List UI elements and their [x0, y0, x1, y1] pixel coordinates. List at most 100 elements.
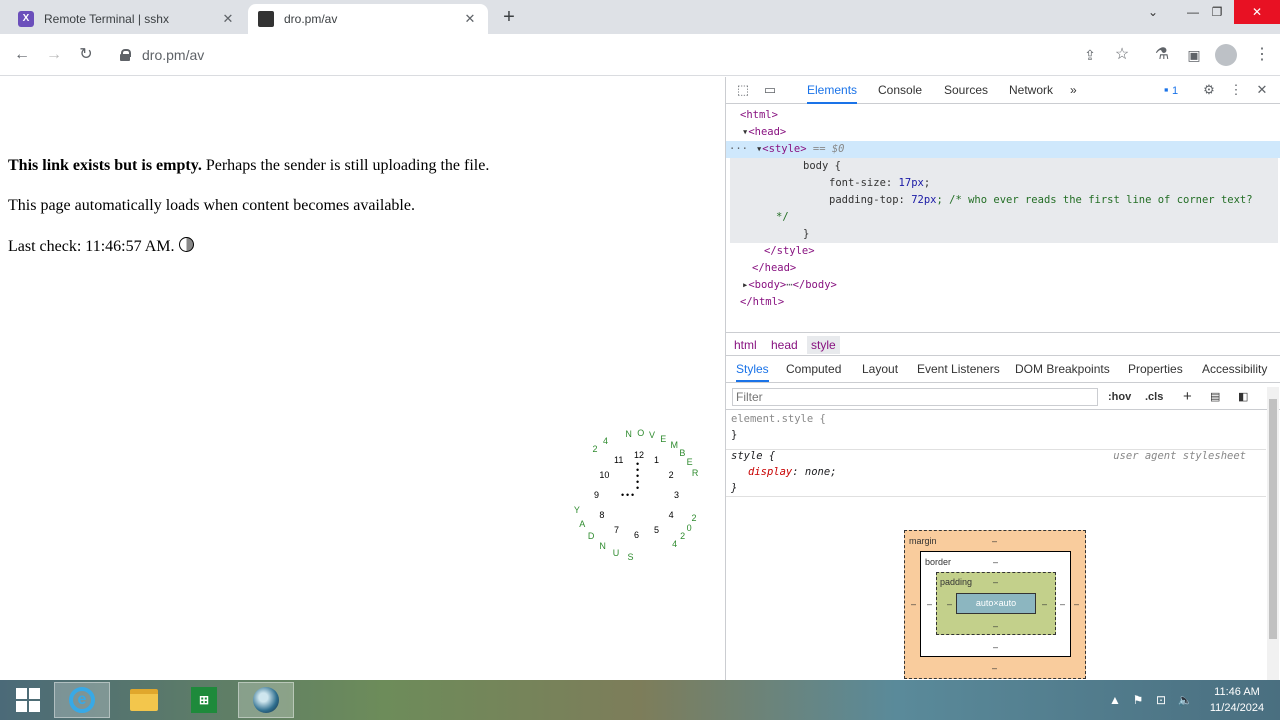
taskbar-internet-explorer[interactable]: e: [54, 682, 110, 718]
tab-dro-pm[interactable]: dro.pm/av ✕: [248, 4, 488, 34]
menu-kebab-icon[interactable]: ⋮: [1250, 43, 1274, 67]
side-panel-icon[interactable]: ▣: [1182, 43, 1206, 67]
hover-state-toggle[interactable]: :hov: [1108, 388, 1131, 406]
border-left-value[interactable]: –: [927, 599, 932, 609]
clock-hand-dot: •: [631, 490, 635, 500]
dom-node-head[interactable]: ▾<head>: [726, 124, 1280, 141]
devtools-menu-icon[interactable]: ⋮: [1227, 81, 1245, 99]
dom-node-style-close[interactable]: </style>: [726, 243, 1280, 260]
tab-search-icon[interactable]: ⌄: [1136, 0, 1170, 24]
margin-bottom-value[interactable]: –: [992, 663, 997, 673]
tray-date: 11/24/2024: [1209, 702, 1265, 714]
expand-triangle-icon[interactable]: ▾: [748, 143, 762, 155]
breadcrumb-head[interactable]: head: [767, 336, 802, 354]
tab-properties[interactable]: Properties: [1128, 357, 1183, 382]
taskbar-browser[interactable]: [238, 682, 294, 718]
border-bottom-value[interactable]: –: [993, 642, 998, 652]
box-model-border[interactable]: border – – – – padding – – – – auto×auto: [920, 551, 1071, 657]
reload-button[interactable]: ↻: [74, 43, 98, 67]
toggle-sidebar-icon[interactable]: ◧: [1238, 388, 1248, 406]
dom-more-icon[interactable]: ···: [726, 143, 748, 155]
margin-top-value[interactable]: –: [992, 536, 997, 546]
network-icon[interactable]: ⊡: [1153, 692, 1169, 708]
new-rule-plus-icon[interactable]: +: [1183, 388, 1192, 406]
address-bar[interactable]: dro.pm/av: [108, 39, 1108, 71]
tab-close-icon[interactable]: ✕: [462, 11, 478, 27]
element-style-selector[interactable]: element.style {: [731, 411, 826, 427]
clock-ring-letter: U: [612, 548, 620, 559]
taskbar-file-explorer[interactable]: [116, 682, 172, 718]
tab-dom-breakpoints[interactable]: DOM Breakpoints: [1015, 357, 1110, 382]
start-button[interactable]: [0, 682, 56, 718]
dom-node-body[interactable]: ▸<body>⋯</body>: [726, 277, 1280, 294]
extensions-flask-icon[interactable]: ⚗: [1150, 43, 1174, 67]
close-window-button[interactable]: ✕: [1234, 0, 1280, 24]
tab-computed[interactable]: Computed: [786, 357, 841, 382]
inspect-element-icon[interactable]: ⬚: [734, 81, 752, 99]
clock-tray[interactable]: 11:46 AM 11/24/2024: [1204, 684, 1270, 716]
new-tab-button[interactable]: +: [497, 6, 521, 30]
scrollbar-thumb[interactable]: [1269, 399, 1277, 639]
dom-node-head-close[interactable]: </head>: [726, 260, 1280, 277]
dom-node-html[interactable]: <html>: [726, 107, 1280, 124]
padding-right-value[interactable]: –: [1042, 599, 1047, 609]
dom-node-style-selected[interactable]: ··· ▾<style> == $0: [726, 141, 1280, 158]
breadcrumb-style[interactable]: style: [807, 336, 840, 354]
clock-ring-letter: 2: [680, 531, 686, 542]
forward-button[interactable]: →: [42, 43, 66, 67]
lock-icon[interactable]: [120, 49, 131, 61]
tab-network[interactable]: Network: [1009, 77, 1053, 104]
tab-title: dro.pm/av: [284, 12, 338, 26]
show-hidden-icons-icon[interactable]: ▲: [1107, 692, 1123, 708]
tab-sources[interactable]: Sources: [944, 77, 988, 104]
clock-hour-number: 5: [654, 524, 660, 535]
devtools-tabbar: ⬚ ▭ Elements Console Sources Network » ▪…: [726, 77, 1280, 104]
bookmark-star-icon[interactable]: ☆: [1110, 43, 1134, 67]
tab-remote-terminal[interactable]: X Remote Terminal | sshx ✕: [8, 4, 246, 34]
padding-left-value[interactable]: –: [947, 599, 952, 609]
profile-avatar-icon[interactable]: [1215, 44, 1237, 66]
box-model-margin[interactable]: margin – – – – border – – – – padding – …: [904, 530, 1086, 679]
settings-gear-icon[interactable]: ⚙: [1200, 81, 1218, 99]
expand-triangle-icon[interactable]: ▾: [726, 126, 748, 138]
tab-styles[interactable]: Styles: [736, 357, 769, 382]
tab-layout[interactable]: Layout: [862, 357, 898, 382]
border-right-value[interactable]: –: [1060, 599, 1065, 609]
css-declaration[interactable]: display: none;: [748, 464, 837, 480]
volume-muted-icon[interactable]: 🔈: [1177, 692, 1193, 708]
box-model-content[interactable]: auto×auto: [956, 593, 1036, 614]
collapse-triangle-icon[interactable]: ▸: [726, 279, 748, 291]
padding-top-value[interactable]: –: [993, 577, 998, 587]
padding-bottom-value[interactable]: –: [993, 621, 998, 631]
tab-console[interactable]: Console: [878, 77, 922, 104]
folder-icon: [130, 689, 158, 711]
breadcrumb-html[interactable]: html: [730, 336, 761, 354]
restore-button[interactable]: ❐: [1200, 0, 1234, 24]
device-toolbar-icon[interactable]: ▭: [761, 81, 779, 99]
styles-scrollbar[interactable]: [1267, 387, 1279, 680]
class-toggle[interactable]: .cls: [1145, 388, 1163, 406]
back-button[interactable]: ←: [10, 43, 34, 67]
tab-event-listeners[interactable]: Event Listeners: [917, 357, 1000, 382]
share-icon[interactable]: ⇪: [1078, 43, 1102, 67]
empty-link-rest: Perhaps the sender is still uploading th…: [201, 157, 490, 174]
dom-node-html-close[interactable]: </html>: [726, 294, 1280, 311]
style-selector: style {: [731, 450, 776, 462]
dom-text: </style>: [764, 245, 815, 257]
issues-badge[interactable]: ▪ 1: [1156, 81, 1186, 99]
box-model-padding[interactable]: padding – – – – auto×auto: [936, 572, 1056, 635]
tab-accessibility[interactable]: Accessibility: [1202, 357, 1267, 382]
user-agent-stylesheet-label: user agent stylesheet: [1113, 450, 1246, 462]
styles-filter-input[interactable]: [732, 388, 1098, 406]
styles-filter-bar: :hov .cls + ▤ ◧: [726, 384, 1280, 410]
tab-elements[interactable]: Elements: [807, 77, 858, 104]
devtools-close-icon[interactable]: ✕: [1253, 81, 1271, 99]
tab-close-icon[interactable]: ✕: [220, 11, 236, 27]
taskbar-store[interactable]: ⊞: [176, 682, 232, 718]
margin-right-value[interactable]: –: [1074, 599, 1079, 609]
border-top-value[interactable]: –: [993, 557, 998, 567]
margin-left-value[interactable]: –: [911, 599, 916, 609]
more-tabs-icon[interactable]: »: [1070, 77, 1077, 104]
action-center-flag-icon[interactable]: ⚑: [1130, 692, 1146, 708]
paint-roller-icon[interactable]: ▤: [1210, 388, 1220, 406]
